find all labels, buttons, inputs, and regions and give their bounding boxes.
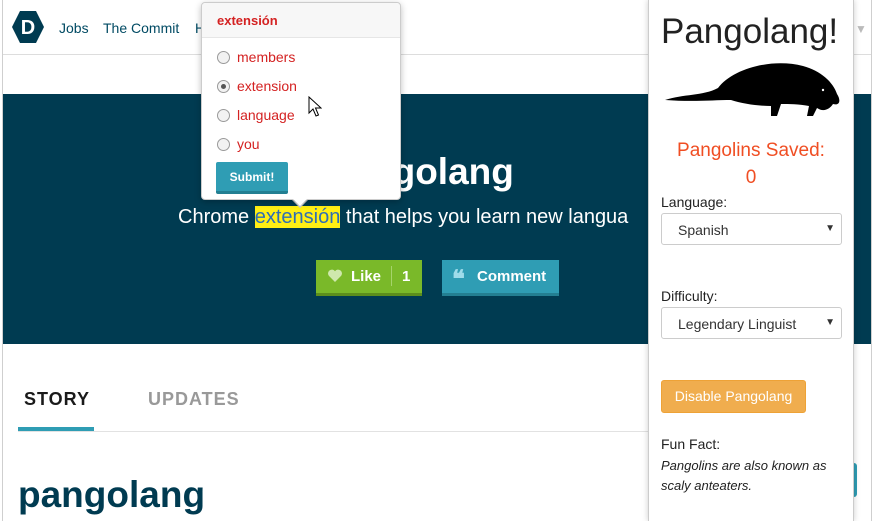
difficulty-select[interactable]: Legendary Linguist ▼ <box>661 307 842 339</box>
comment-label: Comment <box>477 268 547 285</box>
option-label: language <box>237 107 295 123</box>
logo-icon[interactable]: D <box>11 10 45 44</box>
quote-icon: ❝ <box>452 264 465 293</box>
mouse-pointer-icon <box>308 96 322 117</box>
translation-popup: extensión members extension language you… <box>201 2 401 200</box>
tab-story[interactable]: STORY <box>24 389 90 410</box>
radio-button-selected[interactable] <box>217 80 230 93</box>
tagline-before: Chrome <box>178 206 255 228</box>
nav-link-jobs[interactable]: Jobs <box>59 20 89 36</box>
pangolang-panel: Pangolang! Pangolins Saved: 0 Language: … <box>648 0 854 521</box>
like-divider <box>391 266 392 286</box>
language-label: Language: <box>661 194 728 210</box>
chevron-down-icon: ▼ <box>825 223 835 234</box>
logo-letter: D <box>21 17 35 39</box>
chevron-down-icon[interactable]: ▼ <box>855 22 867 36</box>
difficulty-value: Legendary Linguist <box>678 316 797 332</box>
radio-button[interactable] <box>217 109 230 122</box>
hero-tagline: Chrome extensión that helps you learn ne… <box>178 206 628 229</box>
comment-button[interactable]: ❝ Comment <box>442 260 559 296</box>
chevron-down-icon: ▼ <box>825 317 835 328</box>
submit-button[interactable]: Submit! <box>216 162 288 194</box>
language-value: Spanish <box>678 222 729 238</box>
fun-fact-text: Pangolins are also known as scaly anteat… <box>661 458 827 493</box>
popup-word: extensión <box>217 13 278 28</box>
popup-arrow <box>291 197 309 206</box>
like-button[interactable]: Like 1 <box>316 260 422 296</box>
panel-title: Pangolang! <box>661 12 839 51</box>
fun-fact-label: Fun Fact: <box>661 436 721 452</box>
nav-link-the-commit[interactable]: The Commit <box>103 20 179 36</box>
radio-button[interactable] <box>217 138 230 151</box>
pangolins-saved-count: 0 <box>745 167 757 188</box>
pangolin-icon <box>665 63 840 116</box>
option-label: extension <box>237 78 297 94</box>
tagline-after: that helps you learn new langua <box>340 206 629 228</box>
heart-icon <box>328 269 342 282</box>
language-select[interactable]: Spanish ▼ <box>661 213 842 245</box>
tab-updates[interactable]: UPDATES <box>148 389 240 410</box>
pangolins-saved-label: Pangolins Saved: <box>677 140 825 161</box>
option-label: members <box>237 49 296 65</box>
like-label: Like <box>351 268 382 285</box>
highlighted-word[interactable]: extensión <box>254 206 341 228</box>
difficulty-label: Difficulty: <box>661 288 718 304</box>
radio-button[interactable] <box>217 51 230 64</box>
content-title: pangolang <box>18 474 206 515</box>
popup-header: extensión <box>202 3 400 38</box>
tab-divider <box>18 431 648 432</box>
disable-pangolang-button[interactable]: Disable Pangolang <box>661 380 806 413</box>
option-label: you <box>237 136 260 152</box>
like-count: 1 <box>402 268 411 285</box>
